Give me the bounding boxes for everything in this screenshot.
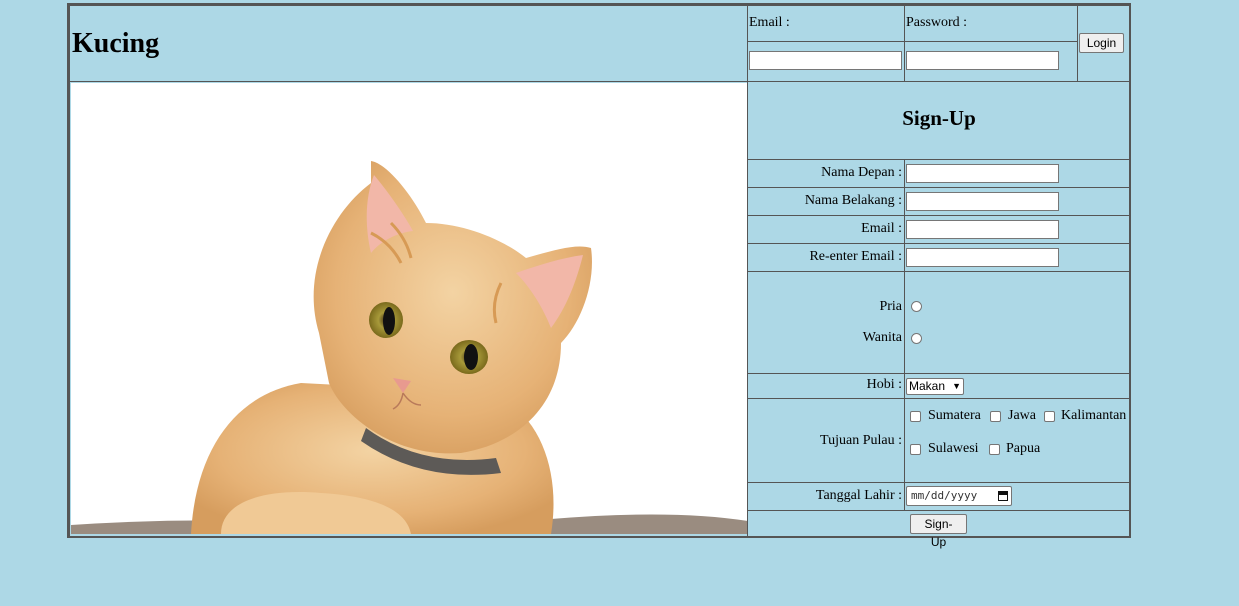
birthdate-placeholder: mm/dd/yyyy bbox=[911, 489, 978, 502]
site-title: Kucing bbox=[72, 28, 160, 59]
first-name-input[interactable] bbox=[906, 164, 1059, 183]
island-label-sumatera: Sumatera bbox=[928, 408, 981, 423]
last-name-label: Nama Belakang : bbox=[804, 193, 902, 208]
login-button-cell: Login bbox=[1077, 5, 1131, 82]
island-checkbox-papua[interactable] bbox=[989, 444, 1000, 455]
islands-checkbox-cell: Sumatera Jawa Kalimantan Sulawesi Papua bbox=[904, 398, 1131, 483]
hobby-select-cell: Makan ▼ bbox=[904, 373, 1131, 399]
login-password-input-cell bbox=[904, 41, 1078, 82]
islands-label: Tujuan Pulau : bbox=[820, 433, 902, 448]
chevron-down-icon: ▼ bbox=[952, 381, 961, 391]
birthdate-label: Tanggal Lahir : bbox=[815, 488, 902, 503]
signup-email-input[interactable] bbox=[906, 220, 1059, 239]
island-checkbox-kalimantan[interactable] bbox=[1044, 411, 1055, 422]
hobby-label-cell: Hobi : bbox=[747, 373, 905, 399]
cat-photo bbox=[71, 83, 748, 534]
gender-label-pria: Pria bbox=[879, 299, 902, 314]
reenter-email-label: Re-enter Email : bbox=[809, 249, 902, 264]
reenter-email-label-cell: Re-enter Email : bbox=[747, 243, 905, 272]
island-label-jawa: Jawa bbox=[1008, 408, 1036, 423]
birthdate-input-cell: mm/dd/yyyy bbox=[904, 482, 1131, 511]
reenter-email-input-cell bbox=[904, 243, 1131, 272]
hobby-selected-value: Makan bbox=[909, 379, 946, 393]
login-email-label: Email : bbox=[749, 15, 790, 30]
first-name-label-cell: Nama Depan : bbox=[747, 159, 905, 188]
island-label-kalimantan: Kalimantan bbox=[1061, 408, 1127, 423]
gender-radio-pria[interactable] bbox=[911, 301, 922, 312]
signup-email-label-cell: Email : bbox=[747, 215, 905, 244]
signup-title-cell: Sign-Up bbox=[747, 81, 1131, 160]
cat-illustration bbox=[71, 161, 748, 534]
login-email-label-cell: Email : bbox=[747, 5, 905, 42]
first-name-input-cell bbox=[904, 159, 1131, 188]
signup-title: Sign-Up bbox=[902, 106, 976, 130]
island-label-sulawesi: Sulawesi bbox=[928, 441, 979, 456]
signup-email-input-cell bbox=[904, 215, 1131, 244]
last-name-label-cell: Nama Belakang : bbox=[747, 187, 905, 216]
photo-cell bbox=[69, 81, 748, 538]
hobby-label: Hobi : bbox=[866, 377, 902, 392]
last-name-input-cell bbox=[904, 187, 1131, 216]
hobby-select[interactable]: Makan ▼ bbox=[906, 378, 964, 395]
reenter-email-input[interactable] bbox=[906, 248, 1059, 267]
last-name-input[interactable] bbox=[906, 192, 1059, 211]
signup-button[interactable]: Sign-Up bbox=[910, 514, 967, 549]
login-email-input-cell bbox=[747, 41, 905, 82]
signup-email-label: Email : bbox=[861, 221, 902, 236]
login-password-label: Password : bbox=[906, 15, 968, 30]
page-layout-table: Kucing Email : Password : Login Sign-Up … bbox=[67, 3, 1131, 549]
login-password-label-cell: Password : bbox=[904, 5, 1078, 42]
title-cell: Kucing bbox=[69, 5, 748, 82]
first-name-label: Nama Depan : bbox=[821, 165, 902, 180]
birthdate-input[interactable]: mm/dd/yyyy bbox=[906, 486, 1012, 506]
birthdate-label-cell: Tanggal Lahir : bbox=[747, 482, 905, 511]
island-checkbox-sumatera[interactable] bbox=[910, 411, 921, 422]
gender-radio-cell bbox=[904, 271, 1131, 374]
gender-label-cell: Pria Wanita bbox=[747, 271, 905, 374]
gender-label-wanita: Wanita bbox=[862, 330, 902, 345]
calendar-icon[interactable] bbox=[998, 491, 1008, 501]
islands-label-cell: Tujuan Pulau : bbox=[747, 398, 905, 483]
island-checkbox-jawa[interactable] bbox=[990, 411, 1001, 422]
island-checkbox-sulawesi[interactable] bbox=[910, 444, 921, 455]
login-email-input[interactable] bbox=[749, 51, 902, 70]
login-button[interactable]: Login bbox=[1079, 33, 1124, 53]
gender-radio-wanita[interactable] bbox=[911, 333, 922, 344]
signup-submit-cell: Sign-Up bbox=[747, 510, 1131, 549]
island-label-papua: Papua bbox=[1006, 441, 1041, 456]
login-password-input[interactable] bbox=[906, 51, 1059, 70]
